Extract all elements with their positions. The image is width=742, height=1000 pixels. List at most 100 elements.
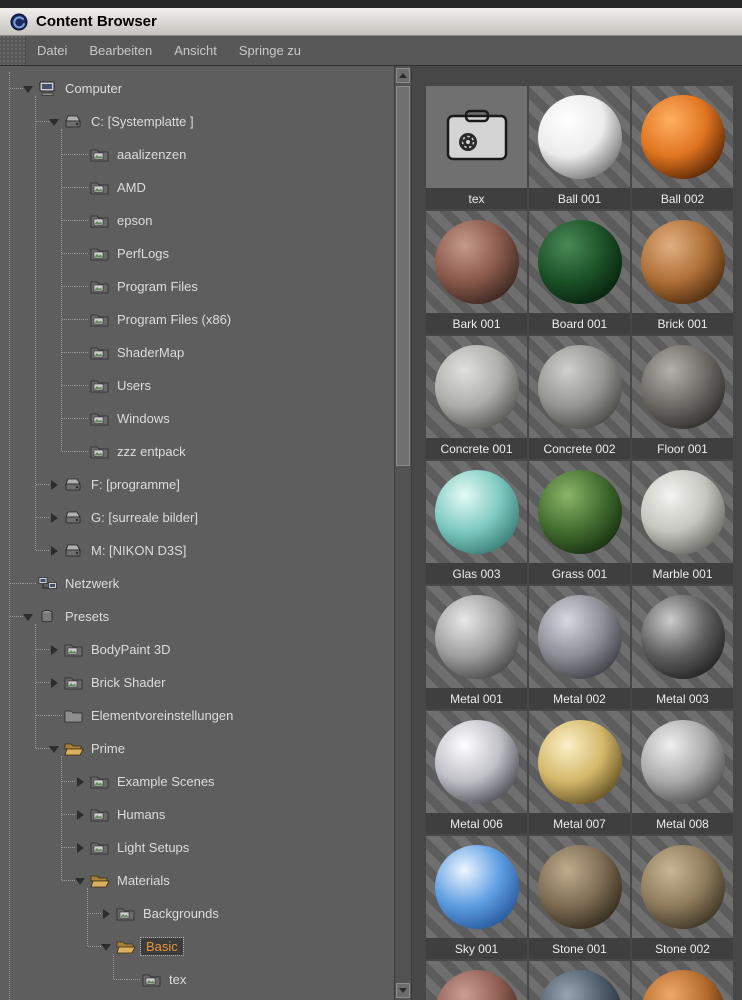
tree-item[interactable]: tex <box>0 963 394 996</box>
tree-item[interactable]: Prime <box>0 732 394 765</box>
tree-connector <box>62 154 75 155</box>
menu-item-bearbeiten[interactable]: Bearbeiten <box>78 43 163 58</box>
tree-connector <box>62 286 75 287</box>
menu-grip-handle[interactable] <box>0 36 26 65</box>
expander-icon[interactable] <box>75 841 88 855</box>
tree-item[interactable]: C: [Systemplatte ] <box>0 105 394 138</box>
tree-item[interactable]: Elementvoreinstellungen <box>0 699 394 732</box>
expander-icon[interactable] <box>49 643 62 657</box>
expander-icon[interactable] <box>23 610 36 624</box>
tree-item[interactable]: Backgrounds <box>0 897 394 930</box>
tree-item[interactable]: Basic <box>0 930 394 963</box>
scroll-up-button[interactable] <box>396 68 410 83</box>
tree-item-label: Backgrounds <box>143 906 219 921</box>
material-item[interactable]: Ball 002 <box>632 86 733 210</box>
material-sphere <box>640 720 725 804</box>
tree-item[interactable]: Users <box>0 369 394 402</box>
material-item[interactable]: Glas 003 <box>426 461 527 585</box>
presets-icon <box>38 609 60 625</box>
expander-icon[interactable] <box>49 742 62 756</box>
tree-item-label: tex <box>169 972 187 987</box>
tree-item[interactable]: Netzwerk <box>0 567 394 600</box>
preview-panel: tex Ball 001 Ball 002 Bark 001 Board 001… <box>412 66 742 1000</box>
material-preview <box>632 711 733 813</box>
tree-item[interactable]: Program Files (x86) <box>0 303 394 336</box>
tree-item[interactable]: Materials <box>0 864 394 897</box>
expander-icon[interactable] <box>75 775 88 789</box>
tree-item[interactable]: Brick Shader <box>0 666 394 699</box>
material-label: Ball 001 <box>529 188 630 209</box>
expander-icon[interactable] <box>49 676 62 690</box>
menu-item-datei[interactable]: Datei <box>26 43 78 58</box>
window-titlebar[interactable]: Content Browser <box>0 8 742 36</box>
tree-item[interactable]: M: [NIKON D3S] <box>0 534 394 567</box>
material-item[interactable]: Metal 001 <box>426 586 527 710</box>
tree-item[interactable]: Light Setups <box>0 831 394 864</box>
tree-item-label: ShaderMap <box>117 345 185 360</box>
tree-item[interactable]: Windows <box>0 402 394 435</box>
material-preview <box>426 711 527 813</box>
expander-icon[interactable] <box>101 940 114 954</box>
expander-icon[interactable] <box>23 82 36 96</box>
scroll-down-button[interactable] <box>396 983 410 998</box>
folder-photo-icon <box>90 180 112 196</box>
material-item[interactable]: Marble 001 <box>632 461 733 585</box>
folder-photo-icon <box>90 246 112 262</box>
tree-scrollbar[interactable] <box>394 66 412 1000</box>
material-label: Metal 003 <box>632 688 733 709</box>
material-item[interactable]: Concrete 001 <box>426 336 527 460</box>
tree-item-label: Prime <box>91 741 125 756</box>
expander-icon[interactable] <box>101 907 114 921</box>
material-item[interactable] <box>529 961 630 1000</box>
material-item[interactable]: Stone 001 <box>529 836 630 960</box>
material-preview <box>632 461 733 563</box>
tree-item[interactable]: zzz entpack <box>0 435 394 468</box>
material-item[interactable]: Metal 008 <box>632 711 733 835</box>
expander-icon[interactable] <box>75 874 88 888</box>
material-item[interactable]: Grass 001 <box>529 461 630 585</box>
material-item[interactable]: Floor 001 <box>632 336 733 460</box>
tree-item[interactable]: Program Files <box>0 270 394 303</box>
tree-item[interactable]: AMD <box>0 171 394 204</box>
material-item[interactable]: Stone 002 <box>632 836 733 960</box>
tree-item[interactable]: F: [programme] <box>0 468 394 501</box>
tree-item[interactable]: G: [surreale bilder] <box>0 501 394 534</box>
tree-item[interactable]: aaalizenzen <box>0 138 394 171</box>
tree-item[interactable]: Humans <box>0 798 394 831</box>
material-item[interactable]: Metal 003 <box>632 586 733 710</box>
material-item[interactable]: Board 001 <box>529 211 630 335</box>
tree-item[interactable]: PerfLogs <box>0 237 394 270</box>
material-sphere <box>640 470 725 554</box>
material-item[interactable]: Metal 006 <box>426 711 527 835</box>
tree-item[interactable]: epson <box>0 204 394 237</box>
drive-icon <box>64 114 86 130</box>
tree-item[interactable]: ShaderMap <box>0 336 394 369</box>
expander-icon[interactable] <box>49 511 62 525</box>
tree-connector <box>36 649 49 650</box>
material-item[interactable]: Bark 001 <box>426 211 527 335</box>
material-item[interactable] <box>632 961 733 1000</box>
material-item[interactable]: Metal 002 <box>529 586 630 710</box>
material-item[interactable]: Concrete 002 <box>529 336 630 460</box>
expander-icon[interactable] <box>49 115 62 129</box>
tree-connector <box>88 946 101 947</box>
scrollbar-thumb[interactable] <box>396 86 410 466</box>
tree-item[interactable]: Example Scenes <box>0 765 394 798</box>
tree-item[interactable]: Computer <box>0 72 394 105</box>
tree-item-label: Humans <box>117 807 166 822</box>
material-item[interactable]: Metal 007 <box>529 711 630 835</box>
tree-item[interactable]: Presets <box>0 600 394 633</box>
material-item[interactable]: Ball 001 <box>529 86 630 210</box>
expander-icon <box>75 352 88 353</box>
folder-photo-icon <box>90 840 112 856</box>
material-item[interactable]: tex <box>426 86 527 210</box>
menu-item-springe-zu[interactable]: Springe zu <box>228 43 312 58</box>
expander-icon[interactable] <box>75 808 88 822</box>
expander-icon[interactable] <box>49 544 62 558</box>
material-item[interactable]: Sky 001 <box>426 836 527 960</box>
material-item[interactable] <box>426 961 527 1000</box>
expander-icon[interactable] <box>49 478 62 492</box>
tree-item[interactable]: BodyPaint 3D <box>0 633 394 666</box>
menu-item-ansicht[interactable]: Ansicht <box>163 43 228 58</box>
material-item[interactable]: Brick 001 <box>632 211 733 335</box>
